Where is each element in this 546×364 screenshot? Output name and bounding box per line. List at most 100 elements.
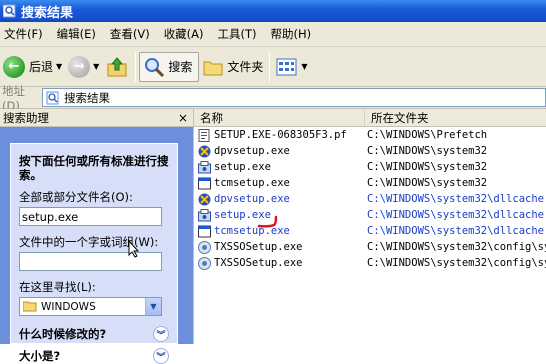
up-button[interactable] [102,50,132,84]
search-label: 搜索 [168,60,193,74]
column-header-name[interactable]: 名称 [194,109,365,126]
table-row[interactable]: SETUP.EXE-068305F3.pf C:\WINDOWS\Prefetch [194,127,546,143]
folder-icon [23,301,37,312]
results-pane: 名称 所在文件夹 SETUP.EXE-068305F3.pf C:\WINDOWS… [193,109,546,344]
folder-path-cell: C:\WINDOWS\Prefetch [367,129,488,141]
menu-edit[interactable]: 编辑(E) [53,26,106,42]
exe-window-icon [198,225,211,237]
forward-button[interactable]: → ▼ [65,50,102,84]
column-header-folder[interactable]: 所在文件夹 [365,109,546,126]
toolbar-separator [135,51,137,82]
title-bar[interactable]: 搜索结果 [0,0,546,22]
file-name: TXSSOSetup.exe [214,257,303,269]
back-label: 后退 [29,60,54,74]
setup-app-icon [198,160,211,173]
file-name-cell[interactable]: tcmsetup.exe [194,225,365,238]
table-row[interactable]: tcmsetup.exe C:\WINDOWS\system32 [194,175,546,191]
exe-window-icon [198,177,211,189]
file-name-input[interactable]: setup.exe [19,207,162,226]
search-pane-title: 搜索助理 [3,110,49,125]
address-bar: 地址(D) 搜索结果 [0,84,546,113]
forward-dropdown-icon[interactable]: ▼ [93,62,99,71]
search-results-icon [46,91,59,104]
file-name-cell[interactable]: setup.exe [194,160,365,174]
folder-path-cell: C:\WINDOWS\system32 [367,161,488,173]
file-name-cell[interactable]: setup.exe [194,208,365,222]
file-name: SETUP.EXE-068305F3.pf [214,129,347,141]
forward-arrow-icon: → [68,55,91,78]
folders-button[interactable]: 文件夹 [199,50,266,84]
file-name-cell[interactable]: tcmsetup.exe [194,177,365,190]
table-row[interactable]: setup.exe C:\WINDOWS\system32 [194,159,546,175]
dpv-app-icon [198,145,211,157]
magnifier-icon [145,57,165,77]
folder-path-cell: C:\WINDOWS\system32\dllcache [367,225,545,237]
views-button[interactable]: ▼ [273,50,310,84]
dpv-app-icon [198,193,211,205]
address-label: 地址(D) [2,83,25,113]
folders-label: 文件夹 [227,60,264,74]
toolbar-separator [269,51,271,82]
table-row[interactable]: TXSSOSetup.exe C:\WINDOWS\system32\config… [194,239,546,255]
txsso-app-icon [198,240,211,254]
menu-bar: 文件(F) 编辑(E) 查看(V) 收藏(A) 工具(T) 帮助(H) [0,22,546,47]
search-window-icon [3,4,16,18]
folders-icon [203,61,223,75]
phrase-input[interactable] [19,252,162,271]
menu-file[interactable]: 文件(F) [0,26,53,42]
file-name-label: 全部或部分文件名(O): [19,190,133,204]
address-value: 搜索结果 [64,90,110,105]
file-name-cell[interactable]: dpvsetup.exe [194,145,365,158]
folder-path-cell: C:\WINDOWS\system32\config\syst [367,257,546,269]
table-row[interactable]: TXSSOSetup.exe C:\WINDOWS\system32\config… [194,255,546,271]
setup-app-icon [198,208,211,221]
expand-chevron-icon[interactable]: ︾ [153,348,169,364]
column-headers: 名称 所在文件夹 [194,109,546,127]
close-icon[interactable]: × [178,111,188,125]
file-name-cell[interactable]: SETUP.EXE-068305F3.pf [194,128,365,142]
mouse-cursor-icon [128,240,140,258]
folder-path-cell: C:\WINDOWS\system32\config\syst [367,241,546,253]
file-name: dpvsetup.exe [214,193,290,205]
file-name-cell[interactable]: TXSSOSetup.exe [194,256,365,270]
table-row[interactable]: dpvsetup.exe C:\WINDOWS\system32 [194,143,546,159]
look-in-select[interactable]: WINDOWS ▼ [19,297,162,316]
expand-chevron-icon[interactable]: ︾ [153,326,169,342]
file-name: tcmsetup.exe [214,177,290,189]
results-list: SETUP.EXE-068305F3.pf C:\WINDOWS\Prefetch… [194,127,546,271]
file-name: TXSSOSetup.exe [214,241,303,253]
search-pane-header: 搜索助理 × [0,109,193,127]
table-row[interactable]: tcmsetup.exe C:\WINDOWS\system32\dllcache [194,223,546,239]
file-name-cell[interactable]: TXSSOSetup.exe [194,240,365,254]
back-button[interactable]: ← 后退 ▼ [0,50,65,84]
search-criteria-card: 按下面任何或所有标准进行搜索。 全部或部分文件名(O): setup.exe 文… [10,143,178,364]
chevron-down-icon[interactable]: ▼ [145,298,161,315]
toolbar: ← 后退 ▼ → ▼ 搜索 文件夹 ▼ [0,47,546,87]
folder-path-cell: C:\WINDOWS\system32 [367,177,488,189]
table-row[interactable]: dpvsetup.exe C:\WINDOWS\system32\dllcache [194,191,546,207]
size-section[interactable]: 大小是? ︾ [19,348,169,364]
menu-help[interactable]: 帮助(H) [267,26,322,42]
search-companion-pane: 搜索助理 × 按下面任何或所有标准进行搜索。 全部或部分文件名(O): setu… [0,109,193,364]
folder-up-icon [107,56,127,76]
file-name-cell[interactable]: dpvsetup.exe [194,193,365,206]
folder-path-cell: C:\WINDOWS\system32\dllcache [367,209,545,221]
search-prompt: 按下面任何或所有标准进行搜索。 [19,154,169,182]
back-dropdown-icon[interactable]: ▼ [56,62,62,71]
pf-file-icon [198,128,210,142]
menu-favorites[interactable]: 收藏(A) [160,26,214,42]
search-button[interactable]: 搜索 [139,51,200,82]
menu-view[interactable]: 查看(V) [106,26,160,42]
views-dropdown-icon[interactable]: ▼ [301,62,307,71]
look-in-value-wrap: WINDOWS [20,301,96,313]
menu-tools[interactable]: 工具(T) [214,26,267,42]
txsso-app-icon [198,256,211,270]
folder-path-cell: C:\WINDOWS\system32 [367,145,488,157]
window-title: 搜索结果 [21,5,74,21]
table-row[interactable]: setup.exe C:\WINDOWS\system32\dllcache [194,207,546,223]
address-input[interactable]: 搜索结果 [42,88,546,107]
back-arrow-icon: ← [3,55,25,78]
modified-section[interactable]: 什么时候修改的? ︾ [19,326,169,342]
look-in-value: WINDOWS [41,300,96,313]
folder-path-cell: C:\WINDOWS\system32\dllcache [367,193,545,205]
